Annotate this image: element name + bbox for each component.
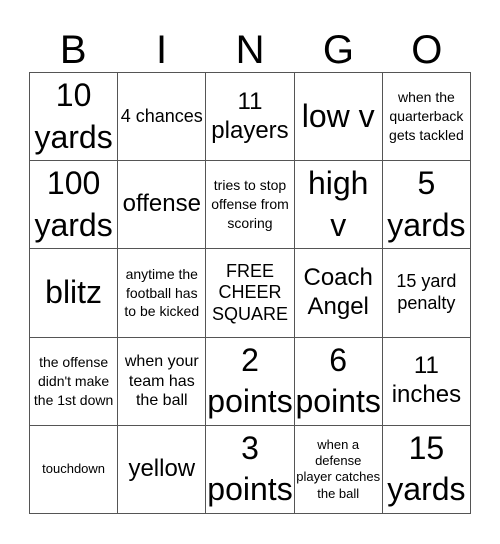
bingo-cell[interactable]: 5 yards bbox=[382, 161, 471, 250]
bingo-grid: 10 yards 4 chances 11 players low v when… bbox=[29, 72, 471, 514]
header-letter-i: I bbox=[156, 28, 168, 72]
bingo-cell[interactable]: 6 points bbox=[294, 337, 383, 426]
bingo-cell[interactable]: 15 yard penalty bbox=[382, 249, 471, 338]
header-letter-o: O bbox=[411, 28, 443, 72]
header-letter-n: N bbox=[235, 28, 265, 72]
bingo-cell[interactable]: when the quarterback gets tackled bbox=[382, 73, 471, 162]
bingo-cell[interactable]: the offense didn't make the 1st down bbox=[30, 337, 119, 426]
bingo-cell[interactable]: high v bbox=[294, 161, 383, 250]
bingo-cell[interactable]: 100 yards bbox=[30, 161, 119, 250]
bingo-cell[interactable]: low v bbox=[294, 73, 383, 162]
bingo-cell[interactable]: Coach Angel bbox=[294, 249, 383, 338]
bingo-cell[interactable]: 10 yards bbox=[30, 73, 119, 162]
bingo-cell[interactable]: tries to stop offense from scoring bbox=[206, 161, 295, 250]
bingo-cell[interactable]: 2 points bbox=[206, 337, 295, 426]
bingo-cell[interactable]: when a defense player catches the ball bbox=[294, 425, 383, 514]
bingo-cell[interactable]: touchdown bbox=[30, 425, 119, 514]
bingo-header: B I N G O bbox=[29, 28, 471, 72]
bingo-cell[interactable]: yellow bbox=[118, 425, 207, 514]
free-square[interactable]: FREE CHEER SQUARE bbox=[206, 249, 295, 338]
bingo-cell[interactable]: 15 yards bbox=[382, 425, 471, 514]
bingo-cell[interactable]: 11 players bbox=[206, 73, 295, 162]
header-letter-b: B bbox=[59, 28, 87, 72]
bingo-cell[interactable]: 4 chances bbox=[118, 73, 207, 162]
bingo-cell[interactable]: offense bbox=[118, 161, 207, 250]
header-letter-g: G bbox=[322, 28, 354, 72]
bingo-cell[interactable]: when your team has the ball bbox=[118, 337, 207, 426]
bingo-cell[interactable]: anytime the football has to be kicked bbox=[118, 249, 207, 338]
bingo-cell[interactable]: 11 inches bbox=[382, 337, 471, 426]
bingo-cell[interactable]: blitz bbox=[30, 249, 119, 338]
bingo-cell[interactable]: 3 points bbox=[206, 425, 295, 514]
